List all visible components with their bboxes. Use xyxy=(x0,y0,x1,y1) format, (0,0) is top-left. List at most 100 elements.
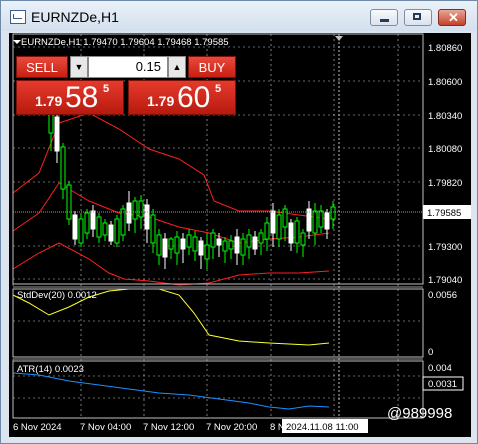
candle-body xyxy=(162,238,168,258)
candle-body xyxy=(300,232,306,246)
candle-body xyxy=(84,212,90,234)
candle-body xyxy=(144,204,150,230)
candle-body xyxy=(276,214,282,240)
candle-body xyxy=(222,240,228,252)
candle-body xyxy=(264,222,270,240)
time-tick: 6 Nov 2024 xyxy=(13,422,62,433)
lot-increase-button[interactable]: ▲ xyxy=(168,56,186,78)
ask-price-box[interactable]: 1.79 60 5 xyxy=(128,80,236,115)
candle-body xyxy=(330,206,336,220)
chart-window: EURNZDe,H1 ✕ EURNZDe,H1 1.79470 1.79604 … xyxy=(0,0,478,444)
candle-body xyxy=(72,214,78,240)
price-tick: 1.80080 xyxy=(428,144,462,155)
close-icon: ✕ xyxy=(448,10,459,25)
candle-body xyxy=(312,210,318,234)
restore-icon xyxy=(413,13,421,20)
watermark: @989998 xyxy=(387,405,452,422)
stddev-label: StdDev(20) 0.0012 xyxy=(17,290,97,301)
candle-body xyxy=(102,222,108,236)
atr-path xyxy=(12,372,330,410)
atr-line xyxy=(12,372,330,410)
candle-body xyxy=(180,238,186,250)
candle-body xyxy=(156,234,162,256)
atr-value: 0.0031 xyxy=(428,379,457,390)
candle-body xyxy=(108,224,114,242)
candle-body xyxy=(204,244,210,260)
minimize-icon xyxy=(380,19,389,22)
candle-body xyxy=(60,146,66,190)
candle-body xyxy=(174,236,180,254)
band-line xyxy=(12,112,330,220)
chart-header: EURNZDe,H1 1.79470 1.79604 1.79468 1.795… xyxy=(21,37,229,48)
price-tick: 1.79040 xyxy=(428,275,462,286)
candle-body xyxy=(216,238,222,246)
candle-body xyxy=(96,216,102,238)
atr-max-tick: 0.004 xyxy=(428,363,452,374)
stddev-max-tick: 0.0056 xyxy=(428,290,457,301)
ask-price-main: 60 xyxy=(177,81,211,114)
window-title: EURNZDe,H1 xyxy=(31,9,119,25)
lot-decrease-button[interactable]: ▼ xyxy=(70,56,88,78)
candle-body xyxy=(132,200,138,220)
candle-body xyxy=(168,238,174,250)
bid-price-prefix: 1.79 xyxy=(35,93,63,109)
collapse-icon xyxy=(13,40,21,44)
candle-body xyxy=(192,236,198,252)
candle-body xyxy=(66,184,72,220)
candle-body xyxy=(114,218,120,244)
candle-body xyxy=(120,208,126,236)
sell-button[interactable]: SELL xyxy=(16,56,68,78)
time-axis: 6 Nov 2024 7 Nov 04:00 7 Nov 12:00 7 Nov 20… xyxy=(13,422,290,433)
candle-body xyxy=(186,234,192,248)
candle-body xyxy=(246,234,252,248)
time-tick: 7 Nov 20:00 xyxy=(206,422,257,433)
time-tick: 7 Nov 12:00 xyxy=(143,422,194,433)
time-tick: 7 Nov 04:00 xyxy=(80,422,131,433)
candle-body xyxy=(228,240,234,250)
ask-price-pipette: 5 xyxy=(215,83,222,95)
candle-body xyxy=(288,222,294,244)
bollinger-bands xyxy=(12,112,330,286)
chart-window-icon xyxy=(10,10,26,24)
candle-body xyxy=(324,212,330,230)
candle-body xyxy=(240,238,246,256)
minimize-button[interactable] xyxy=(370,9,398,26)
close-button[interactable]: ✕ xyxy=(438,9,466,26)
candle-body xyxy=(78,218,84,244)
price-tick: 1.80340 xyxy=(428,111,462,122)
candle-body xyxy=(90,210,96,230)
candle-body xyxy=(252,236,258,250)
candle-body xyxy=(258,232,264,244)
crosshair-time: 2024.11.08 11:00 xyxy=(286,422,359,433)
lot-size-input[interactable]: 0.15 xyxy=(88,56,168,78)
one-click-trading-panel: SELL ▼ 0.15 ▲ BUY 1.79 58 5 1.79 60 5 xyxy=(16,56,236,115)
title-bar[interactable]: EURNZDe,H1 ✕ xyxy=(1,1,477,31)
chart-area[interactable]: EURNZDe,H1 1.79470 1.79604 1.79468 1.795… xyxy=(9,33,471,437)
candle-body xyxy=(54,116,60,152)
current-price: 1.79585 xyxy=(427,208,461,219)
candle-body xyxy=(198,240,204,256)
candle-body xyxy=(294,220,300,244)
price-tick: 1.80860 xyxy=(428,43,462,54)
ask-price-prefix: 1.79 xyxy=(147,93,175,109)
shift-marker-icon xyxy=(335,36,343,41)
candle-body xyxy=(210,232,216,248)
candle-body xyxy=(126,202,132,224)
candle-body xyxy=(138,200,144,218)
price-axis: 1.80860 1.80600 1.80340 1.80080 1.79820 1.793… xyxy=(428,43,462,286)
restore-button[interactable] xyxy=(404,9,432,26)
buy-button[interactable]: BUY xyxy=(188,56,236,78)
bid-price-box[interactable]: 1.79 58 5 xyxy=(16,80,124,115)
stddev-zero-tick: 0 xyxy=(428,347,433,358)
atr-label: ATR(14) 0.0023 xyxy=(17,364,84,375)
candle-body xyxy=(234,236,240,254)
candle-body xyxy=(318,210,324,228)
price-tick: 1.79300 xyxy=(428,242,462,253)
price-tick: 1.80600 xyxy=(428,77,462,88)
candle-body xyxy=(150,214,156,244)
price-tick: 1.79820 xyxy=(428,178,462,189)
bid-price-pipette: 5 xyxy=(103,83,110,95)
candlesticks xyxy=(48,95,336,269)
bid-price-main: 58 xyxy=(65,81,99,114)
candle-body xyxy=(270,210,276,234)
